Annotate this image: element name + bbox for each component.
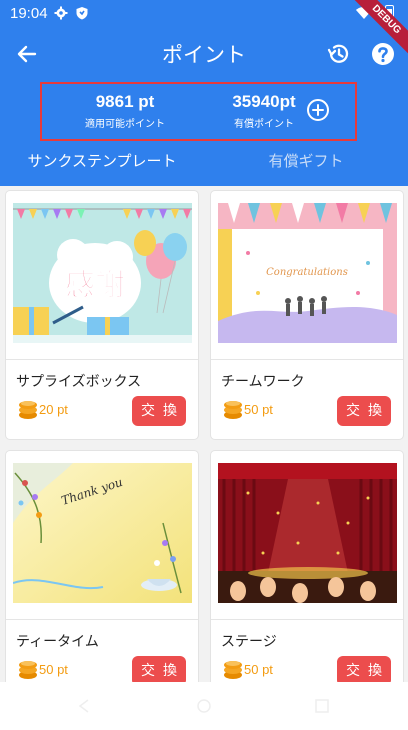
template-card[interactable]: Congratulations チームワーク 50 pt 交換 bbox=[210, 190, 404, 440]
usable-points-value: 9861 pt bbox=[95, 92, 155, 111]
card-divider bbox=[6, 359, 198, 360]
paid-points: 35940pt 有償ポイント bbox=[214, 92, 314, 130]
exchange-button[interactable]: 交換 bbox=[132, 656, 186, 682]
home-nav-icon[interactable] bbox=[194, 696, 214, 716]
paid-points-label: 有償ポイント bbox=[234, 119, 294, 130]
template-name: ティータイム bbox=[16, 634, 99, 650]
recents-nav-icon[interactable] bbox=[312, 696, 332, 716]
card-divider bbox=[211, 359, 403, 360]
template-card[interactable]: 感謝 サプライズボックス 20 pt 交換 bbox=[5, 190, 199, 440]
status-time: 19:04 bbox=[10, 5, 48, 22]
template-name: チームワーク bbox=[221, 374, 305, 390]
points-header: 9861 pt 適用可能ポイント 35940pt 有償ポイント サンクステンプレ… bbox=[0, 80, 408, 186]
system-nav-bar bbox=[0, 682, 408, 730]
template-card[interactable]: Thank you ティータイム 50 pt 交換 bbox=[5, 450, 199, 682]
stage-image bbox=[218, 463, 397, 603]
price-value: 20 pt bbox=[39, 402, 68, 417]
tab-paid-gifts[interactable]: 有償ギフト bbox=[204, 150, 408, 171]
coin-stack-icon bbox=[19, 401, 37, 419]
history-icon[interactable] bbox=[326, 41, 352, 67]
price-value: 50 pt bbox=[39, 662, 68, 677]
back-nav-icon[interactable] bbox=[74, 696, 94, 716]
price-value: 50 pt bbox=[244, 402, 273, 417]
teamwork-image: Congratulations bbox=[218, 203, 397, 343]
card-divider bbox=[211, 619, 403, 620]
exchange-button[interactable]: 交換 bbox=[337, 656, 391, 682]
image-caption: 感謝 bbox=[65, 268, 125, 303]
coin-stack-icon bbox=[224, 661, 242, 679]
image-caption: Congratulations bbox=[266, 267, 348, 278]
price-value: 50 pt bbox=[244, 662, 273, 677]
help-icon[interactable] bbox=[370, 41, 396, 67]
exchange-button[interactable]: 交換 bbox=[132, 396, 186, 426]
exchange-button[interactable]: 交換 bbox=[337, 396, 391, 426]
usable-points-label: 適用可能ポイント bbox=[85, 119, 165, 130]
template-card[interactable]: ステージ 50 pt 交換 bbox=[210, 450, 404, 682]
tab-thanks-templates[interactable]: サンクステンプレート bbox=[0, 150, 204, 171]
surprise-box-image: 感謝 bbox=[13, 203, 192, 343]
gear-icon bbox=[54, 6, 68, 20]
coin-stack-icon bbox=[224, 401, 242, 419]
points-summary: 9861 pt 適用可能ポイント 35940pt 有償ポイント bbox=[40, 82, 357, 141]
add-points-icon[interactable] bbox=[306, 98, 330, 122]
coin-stack-icon bbox=[19, 661, 37, 679]
card-divider bbox=[6, 619, 198, 620]
tea-time-image: Thank you bbox=[13, 463, 192, 603]
template-name: サプライズボックス bbox=[16, 374, 142, 390]
shield-icon bbox=[76, 7, 88, 20]
template-name: ステージ bbox=[221, 634, 277, 650]
paid-points-value: 35940pt bbox=[232, 92, 296, 111]
usable-points: 9861 pt 適用可能ポイント bbox=[50, 92, 200, 130]
tab-bar: サンクステンプレート 有償ギフト bbox=[0, 146, 408, 186]
status-bar: 19:04 DEBUG bbox=[0, 0, 408, 60]
app-bar: ポイント bbox=[0, 28, 408, 80]
template-grid: 感謝 サプライズボックス 20 pt 交換 Congratulations チー… bbox=[0, 186, 408, 682]
